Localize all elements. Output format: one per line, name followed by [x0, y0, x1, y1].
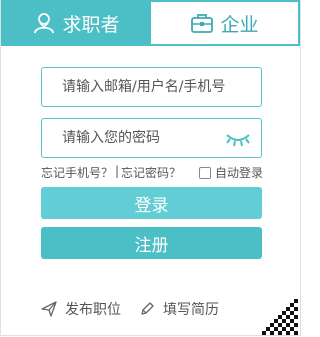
auto-login-checkbox[interactable] [199, 166, 211, 179]
fill-resume-link[interactable]: 填写简历 [139, 299, 219, 319]
role-tabs: 求职者 企业 [1, 0, 300, 46]
username-input[interactable] [42, 68, 232, 106]
password-input[interactable] [42, 119, 232, 157]
pencil-icon [141, 302, 154, 315]
username-field-box [41, 67, 262, 107]
password-field-box [41, 118, 262, 158]
login-button[interactable]: 登录 [41, 187, 262, 219]
post-job-link[interactable]: 发布职位 [41, 299, 121, 319]
person-icon [34, 13, 55, 34]
register-button[interactable]: 注册 [41, 227, 262, 259]
tab-job-seeker[interactable]: 求职者 [1, 0, 151, 46]
auto-login-label: 自动登录 [215, 166, 264, 180]
forgot-password-link[interactable]: 忘记密码？ [121, 164, 181, 181]
login-options-row: 忘记手机号？ | 忘记密码？ 自动登录 [41, 164, 263, 182]
briefcase-icon [191, 14, 214, 33]
post-job-label: 发布职位 [65, 302, 121, 318]
tab-company[interactable]: 企业 [151, 0, 300, 46]
link-separator: | [115, 164, 120, 178]
closed-eye-icon[interactable] [225, 130, 251, 148]
auto-login-option[interactable]: 自动登录 [199, 164, 263, 181]
login-panel: 求职者 企业 忘记手机号？ | 忘记密码？ 自动登录 登录 注 [0, 0, 301, 336]
qr-code-icon[interactable] [260, 295, 300, 335]
fill-resume-label: 填写简历 [163, 302, 219, 318]
send-icon [41, 301, 57, 317]
tab-company-label: 企业 [220, 13, 259, 36]
tab-job-seeker-label: 求职者 [62, 13, 120, 36]
forgot-phone-link[interactable]: 忘记手机号？ [41, 164, 113, 181]
